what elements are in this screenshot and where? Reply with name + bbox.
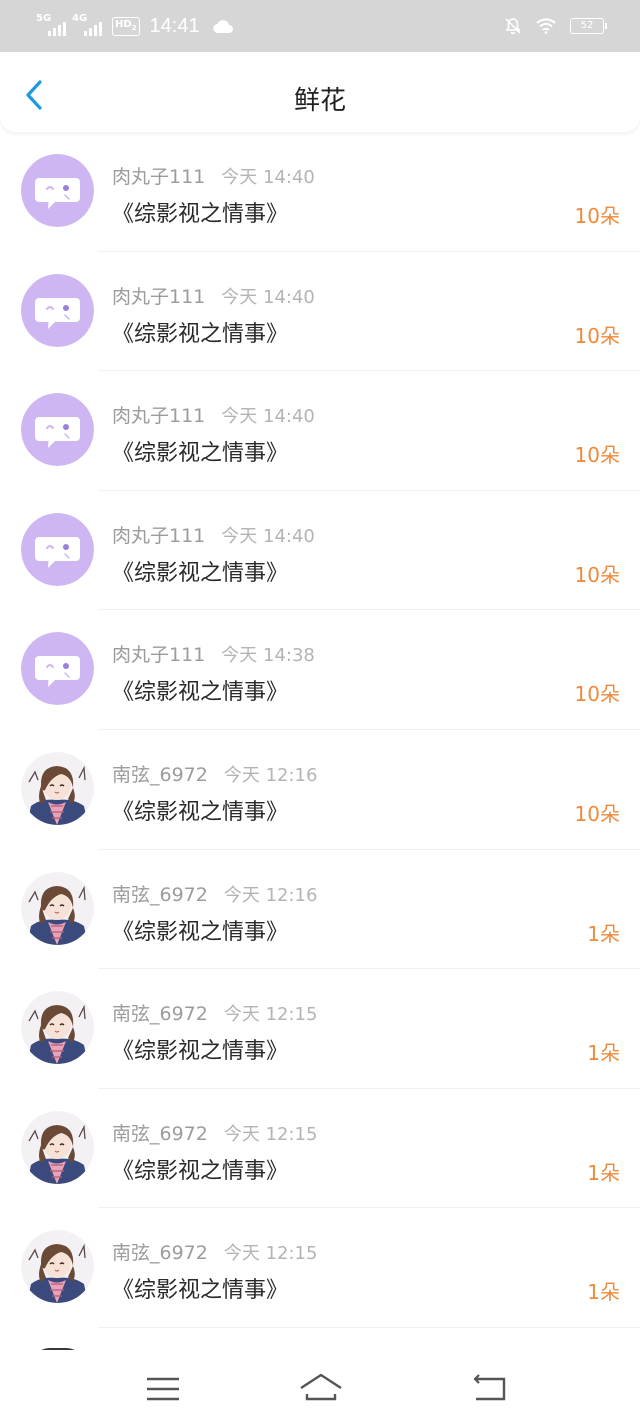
username[interactable]: 肉丸子111: [112, 525, 205, 547]
list-item[interactable]: 肉丸子111 今天 14:38 《综影视之情事》 10朵: [0, 610, 640, 730]
book-title: 《综影视之情事》: [112, 680, 289, 706]
book-title: 《综影视之情事》: [112, 1158, 289, 1184]
list-item[interactable]: 南弦_6972 今天 12:16 《综影视之情事》 10朵: [0, 730, 640, 850]
list-item[interactable]: 肉丸子111 今天 14:40 《综影视之情事》 10朵: [0, 132, 640, 252]
flower-count: 1朵: [587, 1280, 620, 1305]
flower-count: 1朵: [587, 921, 620, 946]
header: 鲜花: [0, 52, 640, 132]
avatar[interactable]: [21, 393, 94, 467]
battery-icon: 52: [570, 18, 607, 34]
status-time: 14:41: [149, 14, 200, 37]
menu-icon[interactable]: [143, 1372, 183, 1406]
item-meta: 肉丸子111 今天 14:40: [112, 282, 315, 309]
timestamp: 今天 12:15: [223, 1004, 318, 1026]
avatar[interactable]: [21, 751, 94, 825]
avatar[interactable]: [21, 1230, 94, 1304]
avatar[interactable]: [21, 154, 94, 227]
avatar[interactable]: [21, 273, 94, 347]
username[interactable]: 肉丸子111: [112, 166, 205, 188]
username[interactable]: 南弦_6972: [112, 884, 208, 906]
item-meta: 肉丸子111 今天 14:40: [112, 401, 315, 428]
chat-bubble-avatar-icon: [21, 393, 94, 467]
flower-list: 肉丸子111 今天 14:40 《综影视之情事》 10朵 肉丸子111 今天 14:…: [0, 132, 640, 1328]
avatar[interactable]: [21, 632, 94, 706]
username[interactable]: 南弦_6972: [112, 1003, 208, 1025]
timestamp: 今天 14:40: [221, 286, 315, 308]
item-meta: 肉丸子111 今天 14:40: [112, 521, 315, 548]
signal-5g-icon: 5G: [36, 14, 66, 38]
list-item[interactable]: 南弦_6972 今天 12:15 《综影视之情事》 1朵: [0, 1089, 640, 1209]
anime-girl-avatar-image: [21, 991, 94, 1065]
timestamp: 今天 12:15: [223, 1123, 318, 1145]
avatar[interactable]: [21, 1110, 94, 1184]
username[interactable]: 南弦_6972: [112, 764, 208, 786]
flower-count: 10朵: [574, 204, 620, 228]
item-meta: 南弦_6972 今天 12:15: [112, 1238, 317, 1265]
avatar[interactable]: [21, 871, 94, 945]
system-nav-bar: [0, 1350, 640, 1427]
signal-4g-icon: 4G: [72, 14, 102, 38]
list-item[interactable]: 南弦_6972 今天 12:16 《综影视之情事》 1朵: [0, 850, 640, 970]
list-item[interactable]: 肉丸子111 今天 14:40 《综影视之情事》 10朵: [0, 491, 640, 611]
timestamp: 今天 12:16: [223, 764, 318, 786]
chat-bubble-avatar-icon: [21, 273, 94, 347]
flower-count: 10朵: [574, 682, 620, 707]
chat-bubble-avatar-icon: [21, 632, 94, 706]
anime-girl-avatar-image: [21, 751, 94, 825]
flower-count: 10朵: [574, 801, 620, 826]
wifi-icon: [536, 18, 556, 34]
item-meta: 南弦_6972 今天 12:16: [112, 760, 317, 787]
username[interactable]: 肉丸子111: [112, 405, 205, 427]
item-meta: 南弦_6972 今天 12:15: [112, 999, 317, 1026]
username[interactable]: 肉丸子111: [112, 644, 205, 666]
flower-count: 10朵: [574, 323, 620, 348]
anime-girl-avatar-image: [21, 871, 94, 945]
timestamp: 今天 14:40: [221, 406, 315, 428]
item-meta: 肉丸子111 今天 14:40: [112, 162, 315, 189]
chat-bubble-avatar-icon: [21, 154, 94, 227]
flower-count: 1朵: [587, 1160, 620, 1185]
page-title: 鲜花: [293, 86, 346, 116]
list-item[interactable]: 肉丸子111 今天 14:40 《综影视之情事》 10朵: [0, 371, 640, 491]
username[interactable]: 南弦_6972: [112, 1242, 208, 1264]
flower-count: 10朵: [574, 443, 620, 468]
book-title: 《综影视之情事》: [112, 799, 289, 825]
hd-voice-icon: HD2: [112, 16, 140, 36]
avatar[interactable]: [21, 991, 94, 1065]
home-icon[interactable]: [298, 1372, 344, 1406]
book-title: 《综影视之情事》: [112, 560, 289, 586]
anime-girl-avatar-image: [21, 1230, 94, 1304]
flower-count: 1朵: [587, 1041, 620, 1066]
list-item[interactable]: 南弦_6972 今天 12:15 《综影视之情事》 1朵: [0, 969, 640, 1089]
book-title: 《综影视之情事》: [112, 1039, 289, 1065]
status-right: 52: [504, 12, 607, 40]
timestamp: 今天 12:15: [223, 1243, 318, 1265]
cloud-icon: [212, 20, 233, 34]
list-item[interactable]: 肉丸子111 今天 14:40 《综影视之情事》 10朵: [0, 252, 640, 372]
status-left: 5G 4G HD2 14:41: [36, 12, 234, 40]
book-title: 《综影视之情事》: [112, 919, 289, 945]
item-meta: 肉丸子111 今天 14:38: [112, 640, 315, 667]
book-title: 《综影视之情事》: [112, 1278, 289, 1304]
username[interactable]: 肉丸子111: [112, 286, 205, 308]
book-title: 《综影视之情事》: [112, 202, 289, 227]
divider: [98, 1326, 640, 1328]
anime-girl-avatar-image: [21, 1110, 94, 1184]
item-meta: 南弦_6972 今天 12:16: [112, 880, 317, 907]
timestamp: 今天 14:40: [221, 525, 315, 547]
back-nav-icon[interactable]: [470, 1372, 510, 1406]
item-meta: 南弦_6972 今天 12:15: [112, 1119, 317, 1146]
book-title: 《综影视之情事》: [112, 321, 289, 347]
timestamp: 今天 14:38: [221, 645, 315, 667]
book-title: 《综影视之情事》: [112, 441, 289, 467]
list-item[interactable]: 南弦_6972 今天 12:15 《综影视之情事》 1朵: [0, 1208, 640, 1328]
timestamp: 今天 14:40: [221, 167, 315, 188]
timestamp: 今天 12:16: [223, 884, 318, 906]
status-bar: 5G 4G HD2 14:41 52: [0, 0, 640, 52]
bell-off-icon: [505, 18, 521, 35]
username[interactable]: 南弦_6972: [112, 1123, 208, 1145]
flower-count: 10朵: [574, 562, 620, 587]
chat-bubble-avatar-icon: [21, 512, 94, 586]
avatar[interactable]: [21, 512, 94, 586]
